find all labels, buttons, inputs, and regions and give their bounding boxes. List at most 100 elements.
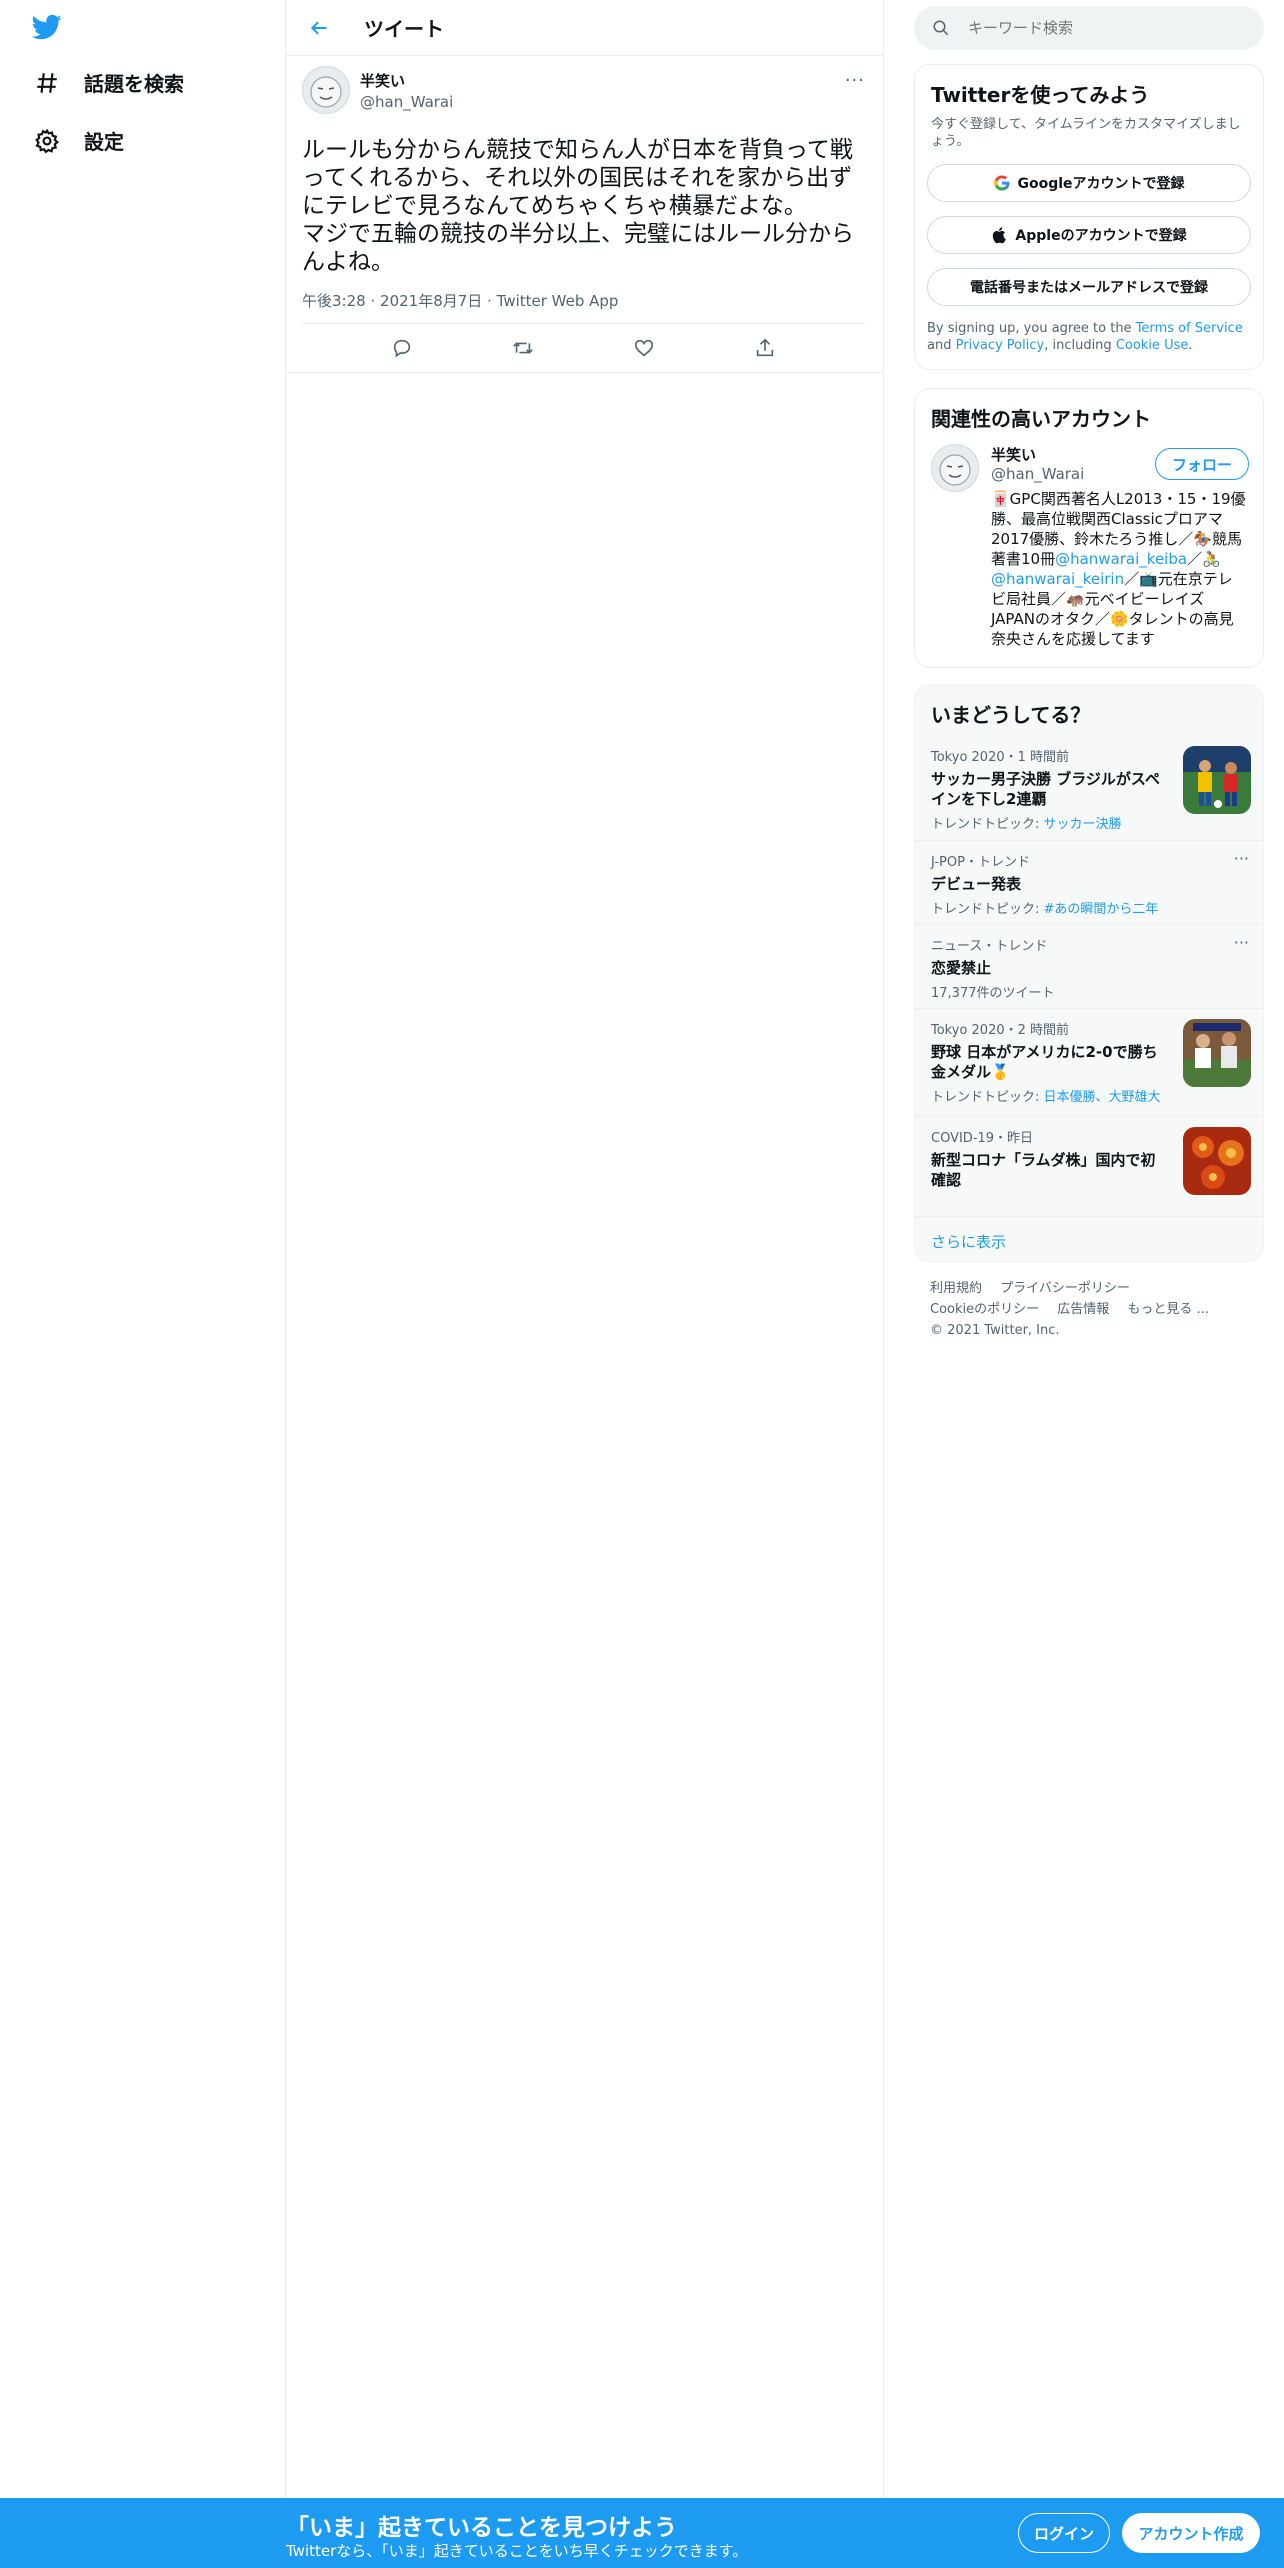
trend-meta: J-POP・トレンド [931, 855, 1030, 870]
trend-topic: トレンドトピック: サッカー決勝 [931, 813, 1169, 832]
page-title: ツイート [364, 17, 444, 41]
tweet-text: ルールも分からん競技で知らん人が日本を背負って戦ってくれるから、それ以外の国民は… [302, 137, 854, 275]
footer-link-terms[interactable]: 利用規約 [930, 1281, 982, 1296]
privacy-policy-link[interactable]: Privacy Policy [956, 338, 1045, 353]
share-icon[interactable] [754, 337, 776, 359]
create-account-button[interactable]: アカウント作成 [1122, 2513, 1260, 2553]
terms-text: , including [1044, 338, 1116, 353]
show-more-link[interactable]: さらに表示 [915, 1216, 1263, 1261]
avatar[interactable] [302, 66, 350, 114]
search-box[interactable] [914, 6, 1264, 50]
nav-explore[interactable]: 話題を検索 [34, 68, 184, 97]
footer-link-ads[interactable]: 広告情報 [1057, 1302, 1109, 1317]
bio-link-keiba[interactable]: @hanwarai_keiba [1055, 550, 1187, 568]
trend-topic: トレンドトピック: 日本優勝、大野雄大 [931, 1086, 1169, 1105]
back-button[interactable] [304, 13, 334, 43]
sidebar-footer: 利用規約 プライバシーポリシー Cookieのポリシー 広告情報 もっと見る .… [930, 1278, 1260, 1341]
trend-title: 野球 日本がアメリカに2-0で勝ち金メダル🥇 [931, 1043, 1158, 1081]
main-column: ツイート 半笑い @han_Warai ··· ルールも分からん競技で知らん人が… [286, 0, 884, 2498]
avatar-face-icon [310, 76, 342, 108]
signup-title: Twitterを使ってみよう [931, 83, 1150, 107]
google-icon [994, 175, 1010, 191]
trends-card: いまどうしてる？ Tokyo 2020・1 時間前 サッカー男子決勝 ブラジルが… [914, 684, 1264, 1262]
phone-email-signup-button[interactable]: 電話番号またはメールアドレスで登録 [927, 268, 1251, 306]
author-name[interactable]: 半笑い [360, 70, 453, 91]
apple-signup-button[interactable]: Appleのアカウントで登録 [927, 216, 1251, 254]
trends-title: いまどうしてる？ [931, 703, 1091, 727]
google-signup-label: Googleアカウントで登録 [1017, 176, 1185, 192]
google-signup-button[interactable]: Googleアカウントで登録 [927, 164, 1251, 202]
more-options-icon[interactable]: ··· [1234, 849, 1249, 868]
baseball-photo-icon [1183, 1019, 1251, 1087]
search-input[interactable] [968, 19, 1248, 37]
bottom-signup-bar: 「いま」起きていることを見つけよう Twitterなら、「いま」起きていることを… [0, 2498, 1284, 2568]
reply-icon[interactable] [391, 337, 413, 359]
left-navigation: 話題を検索 設定 [0, 0, 286, 2498]
trend-item[interactable]: J-POP・トレンド デビュー発表 トレンドトピック: #あの瞬間から二年 ··… [915, 840, 1263, 924]
tweet: 半笑い @han_Warai ··· ルールも分からん競技で知らん人が日本を背負… [286, 56, 883, 373]
trend-meta: ニュース・トレンド [931, 939, 1048, 954]
like-icon[interactable] [633, 337, 655, 359]
cookie-use-link[interactable]: Cookie Use [1116, 338, 1189, 353]
trend-item[interactable]: COVID-19・昨日 新型コロナ「ラムダ株」国内で初確認 [915, 1116, 1263, 1216]
tweet-actions [302, 324, 865, 372]
tweet-date[interactable]: 2021年8月7日 [380, 292, 482, 310]
signup-subtitle: 今すぐ登録して、タイムラインをカスタマイズしましょう。 [931, 117, 1241, 149]
trend-item[interactable]: ニュース・トレンド 恋愛禁止 17,377件のツイート ··· [915, 924, 1263, 1008]
trend-tweet-count: 17,377件のツイート [931, 986, 1055, 1001]
trend-title: 恋愛禁止 [931, 959, 992, 977]
related-accounts-card: 関連性の高いアカウント 半笑い @han_Warai 🀄GPC関西著名人L201… [914, 388, 1264, 668]
bio-link-keirin[interactable]: @hanwarai_keirin [991, 570, 1124, 588]
signup-terms: By signing up, you agree to the Terms of… [915, 306, 1263, 369]
nav-settings[interactable]: 設定 [34, 126, 124, 155]
footer-copyright: © 2021 Twitter, Inc. [930, 1323, 1060, 1338]
phone-email-signup-label: 電話番号またはメールアドレスで登録 [970, 280, 1208, 296]
avatar-face-icon [939, 454, 971, 486]
trend-thumbnail [1183, 746, 1251, 814]
trend-topic-link[interactable]: #あの瞬間から二年 [1044, 902, 1159, 917]
trend-item[interactable]: Tokyo 2020・1 時間前 サッカー男子決勝 ブラジルがスペインを下し2連… [915, 736, 1263, 840]
tweet-source[interactable]: Twitter Web App [497, 292, 619, 310]
trend-meta: Tokyo 2020・2 時間前 [931, 1023, 1070, 1038]
bottom-bar-title: 「いま」起きていることを見つけよう [286, 2515, 677, 2541]
footer-link-cookie[interactable]: Cookieのポリシー [930, 1302, 1039, 1317]
terms-text: By signing up, you agree to the [927, 321, 1136, 336]
related-account-bio: 🀄GPC関西著名人L2013・15・19優勝、最高位戦関西Classicプロアマ… [991, 489, 1247, 649]
bottom-bar-subtitle: Twitterなら、「いま」起きていることをいち早くチェックできます。 [286, 2542, 748, 2560]
more-options-icon[interactable]: ··· [845, 70, 865, 91]
follow-button[interactable]: フォロー [1154, 448, 1249, 480]
hashtag-icon [37, 72, 57, 93]
back-arrow-icon [310, 20, 327, 35]
twitter-bird-icon[interactable] [30, 12, 64, 42]
tweet-author-row: 半笑い @han_Warai ··· [302, 66, 865, 122]
more-options-icon[interactable]: ··· [1234, 933, 1249, 952]
related-account[interactable]: 半笑い @han_Warai 🀄GPC関西著名人L2013・15・19優勝、最高… [915, 432, 1263, 659]
avatar[interactable] [931, 444, 979, 492]
trend-thumbnail [1183, 1019, 1251, 1087]
trend-topic-label: トレンドトピック: [931, 817, 1044, 832]
related-title: 関連性の高いアカウント [931, 407, 1151, 431]
tweet-meta: 午後3:28 · 2021年8月7日 · Twitter Web App [302, 290, 865, 324]
trend-thumbnail [1183, 1127, 1251, 1195]
terms-of-service-link[interactable]: Terms of Service [1136, 321, 1243, 336]
retweet-icon[interactable] [512, 337, 534, 359]
search-icon [933, 20, 949, 36]
footer-link-privacy[interactable]: プライバシーポリシー [1000, 1281, 1130, 1296]
trend-meta: Tokyo 2020・1 時間前 [931, 750, 1070, 765]
virus-image-icon [1183, 1127, 1251, 1195]
apple-icon [993, 227, 1007, 244]
trend-topic-link[interactable]: 日本優勝、大野雄大 [1044, 1090, 1161, 1105]
gear-icon [35, 128, 59, 153]
nav-explore-label: 話題を検索 [84, 72, 184, 96]
footer-link-more[interactable]: もっと見る ... [1127, 1302, 1209, 1317]
login-button[interactable]: ログイン [1018, 2513, 1110, 2553]
page-header: ツイート [286, 0, 883, 56]
signup-card: Twitterを使ってみよう 今すぐ登録して、タイムラインをカスタマイズしましょ… [914, 64, 1264, 370]
meta-separator: · [487, 292, 492, 310]
trend-topic-link[interactable]: サッカー決勝 [1044, 817, 1122, 832]
author-handle[interactable]: @han_Warai [360, 93, 453, 111]
meta-separator: · [370, 292, 376, 310]
tweet-time[interactable]: 午後3:28 [302, 292, 366, 310]
nav-settings-label: 設定 [84, 130, 124, 154]
trend-item[interactable]: Tokyo 2020・2 時間前 野球 日本がアメリカに2-0で勝ち金メダル🥇 … [915, 1008, 1263, 1116]
